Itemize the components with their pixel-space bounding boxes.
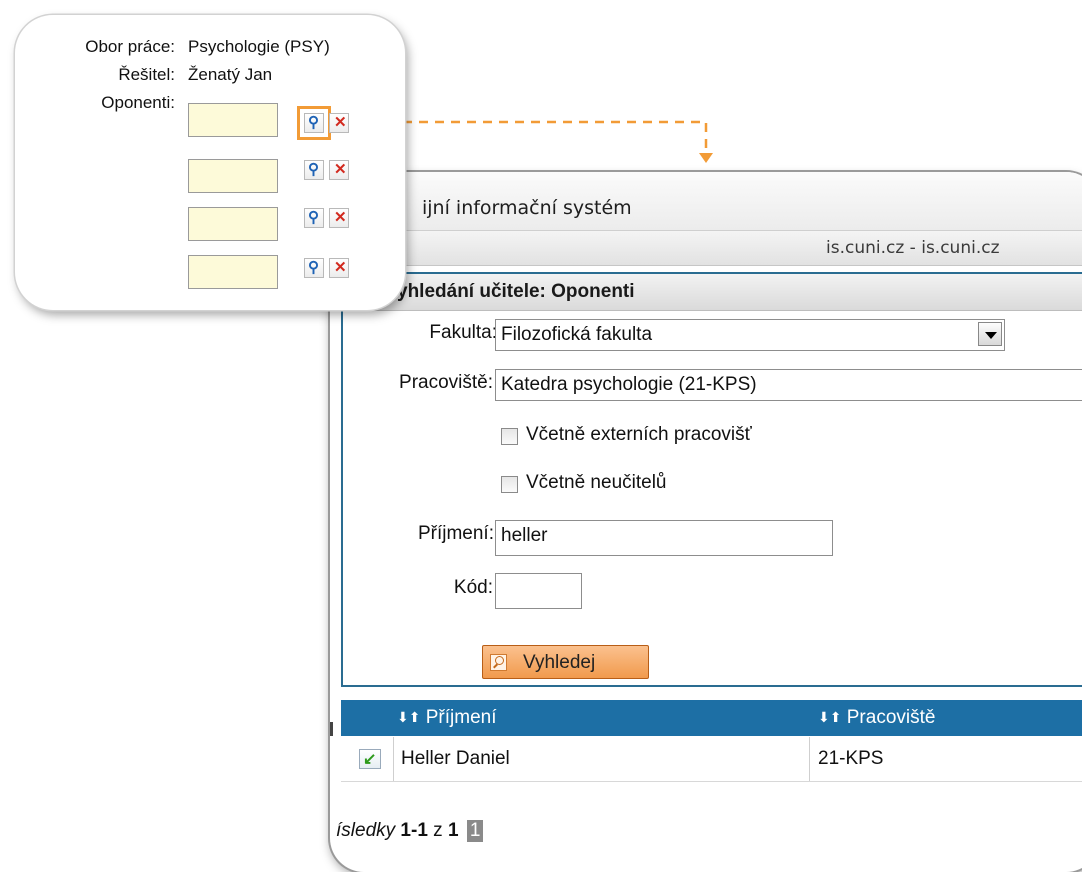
column-header-surname[interactable]: ⬇⬆ Příjmení [397, 707, 497, 729]
result-surname-cell: Heller Daniel [401, 748, 510, 769]
chevron-down-icon[interactable] [978, 322, 1002, 346]
result-department-cell: 21-KPS [818, 748, 884, 769]
search-button-label: Vyhledej [523, 652, 596, 673]
close-icon[interactable]: ✕ [329, 258, 349, 278]
faculty-label: Fakulta: [429, 322, 497, 343]
pager-label: ísledky [336, 820, 396, 841]
code-input[interactable] [495, 573, 582, 609]
thesis-form-callout: Obor práce: Psychologie (PSY) Řešitel: Ž… [15, 15, 405, 310]
column-header-department[interactable]: ⬇⬆ Pracoviště [818, 707, 935, 729]
results-pager: ísledky 1-1 z 1 1 [336, 820, 484, 842]
column-header-surname-label: Příjmení [425, 707, 497, 728]
search-button[interactable]: Vyhledej [482, 645, 649, 679]
cell-divider [393, 737, 394, 781]
window-title-bar: ijní informační systém [330, 172, 1082, 230]
search-icon[interactable]: ⚲ [304, 160, 324, 180]
edge-marker [330, 722, 333, 736]
surname-input-value: heller [501, 525, 548, 546]
table-row: ↙ Heller Daniel 21-KPS [341, 737, 1082, 782]
pager-range: 1-1 [400, 820, 428, 841]
opponent-input-4[interactable] [188, 255, 278, 289]
department-label: Pracoviště: [399, 372, 493, 393]
results-table-header: ⬇⬆ Příjmení ⬇⬆ Pracoviště [341, 700, 1082, 736]
url-text: is.cuni.cz - is.cuni.cz [826, 238, 1000, 258]
search-icon[interactable]: ⚲ [304, 208, 324, 228]
department-select[interactable]: Katedra psychologie (21-KPS) [495, 369, 1082, 401]
faculty-select[interactable]: Filozofická fakulta [495, 319, 1005, 351]
pager-of: z [433, 820, 443, 841]
include-nonteachers-label: Včetně neučitelů [526, 472, 667, 493]
sort-arrows-icon[interactable]: ⬇⬆ [818, 709, 841, 725]
window-title: ijní informační systém [422, 197, 632, 219]
select-arrow-icon[interactable]: ↙ [359, 749, 381, 769]
opponent-input-1[interactable] [188, 103, 278, 137]
search-icon [490, 654, 507, 671]
search-panel-title: yhledání učitele: Oponenti [397, 281, 635, 302]
search-form-panel: yhledání učitele: Oponenti Fakulta: Filo… [341, 272, 1082, 687]
field-of-work-label: Obor práce: [85, 37, 175, 56]
search-icon[interactable]: ⚲ [304, 113, 324, 133]
close-icon[interactable]: ✕ [329, 113, 349, 133]
include-nonteachers-checkbox[interactable] [501, 476, 518, 493]
opponent-input-2[interactable] [188, 159, 278, 193]
teacher-search-window: ijní informační systém is.cuni.cz - is.c… [330, 172, 1082, 872]
close-icon[interactable]: ✕ [329, 208, 349, 228]
include-external-checkbox[interactable] [501, 428, 518, 445]
search-icon[interactable]: ⚲ [304, 258, 324, 278]
sort-arrows-icon[interactable]: ⬇⬆ [397, 709, 420, 725]
column-header-department-label: Pracoviště [846, 707, 936, 728]
url-bar: is.cuni.cz - is.cuni.cz [330, 230, 1082, 266]
close-icon[interactable]: ✕ [329, 160, 349, 180]
department-selected-value: Katedra psychologie (21-KPS) [501, 374, 757, 395]
surname-input[interactable]: heller [495, 520, 833, 556]
pager-total: 1 [447, 820, 459, 841]
pager-current-page[interactable]: 1 [466, 820, 484, 842]
author-label: Řešitel: [118, 65, 175, 84]
opponent-input-3[interactable] [188, 207, 278, 241]
surname-label: Příjmení: [417, 523, 494, 544]
code-label: Kód: [453, 577, 493, 598]
field-of-work-value: Psychologie (PSY) [188, 37, 330, 56]
cell-divider [809, 737, 810, 781]
search-panel-header: yhledání učitele: Oponenti [343, 274, 1082, 311]
opponents-label: Oponenti: [101, 93, 175, 112]
faculty-selected-value: Filozofická fakulta [501, 324, 653, 345]
author-value: Ženatý Jan [188, 65, 273, 84]
include-external-label: Včetně externích pracovišť [526, 424, 752, 445]
